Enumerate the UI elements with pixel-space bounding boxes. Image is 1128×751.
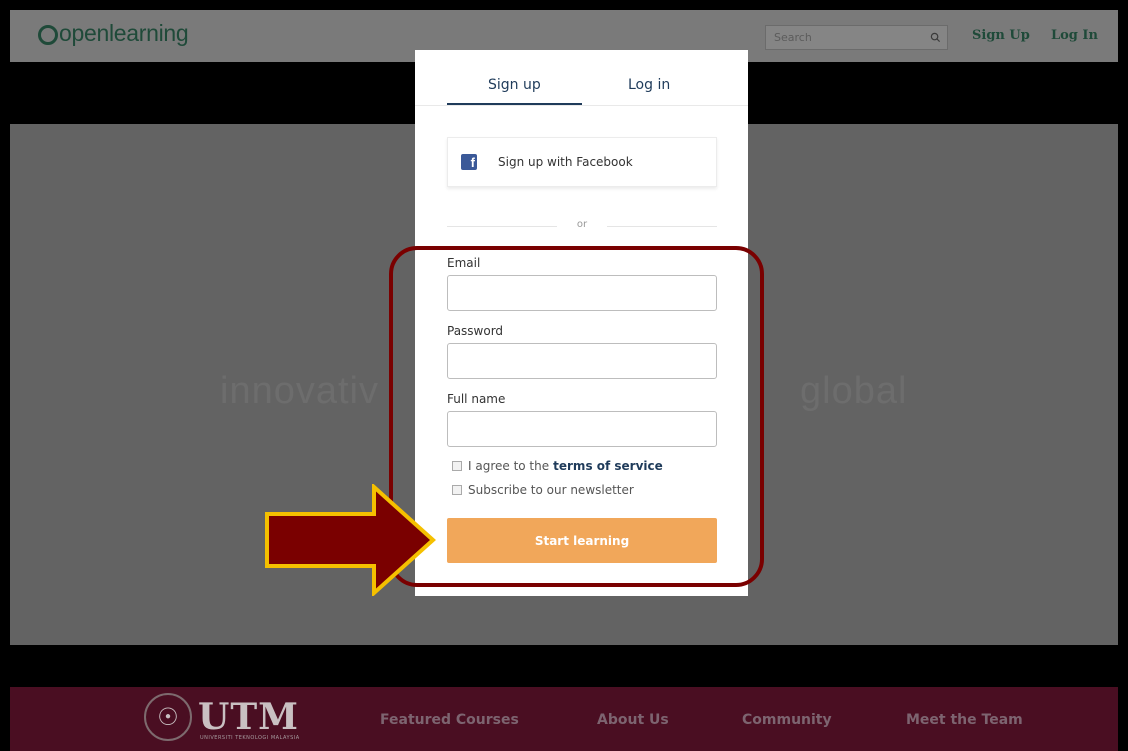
utm-logo[interactable]: ☉ UTM [144, 693, 299, 741]
modal-tabs: Sign up Log in [415, 50, 748, 106]
utm-seal-icon: ☉ [144, 693, 192, 741]
logo-circle-icon [38, 24, 58, 45]
logo-text: openlearning [59, 20, 189, 46]
annotation-arrow-icon [265, 484, 436, 596]
utm-subtitle: UNIVERSITI TEKNOLOGI MALAYSIA [200, 735, 300, 741]
facebook-signup-label: Sign up with Facebook [498, 155, 633, 169]
facebook-signup-button[interactable]: f Sign up with Facebook [447, 137, 717, 187]
header-login-link[interactable]: Log In [1051, 28, 1098, 43]
footer-link-community[interactable]: Community [742, 712, 832, 728]
footer-link-meet-the-team[interactable]: Meet the Team [906, 712, 1023, 728]
facebook-icon: f [461, 154, 477, 170]
header-signup-link[interactable]: Sign Up [972, 28, 1030, 43]
utm-brand: UTM [198, 696, 300, 738]
or-text: or [576, 219, 588, 230]
or-divider: or [447, 219, 717, 233]
openlearning-logo[interactable]: openlearning [38, 20, 189, 47]
footer-link-featured-courses[interactable]: Featured Courses [380, 712, 519, 728]
hero-bottom-band [10, 645, 1118, 687]
hero-tagline-left: innovativ [220, 370, 379, 412]
annotation-highlight-box [389, 246, 764, 587]
search-input[interactable] [766, 26, 916, 49]
footer-link-about-us[interactable]: About Us [597, 712, 669, 728]
divider-line-right [607, 226, 717, 227]
site-footer: ☉ UTM UNIVERSITI TEKNOLOGI MALAYSIA Feat… [10, 687, 1118, 751]
active-tab-indicator [447, 103, 582, 105]
tab-log-in[interactable]: Log in [628, 77, 670, 93]
tab-sign-up[interactable]: Sign up [488, 77, 541, 93]
search-icon[interactable] [930, 32, 941, 43]
hero-tagline-right: global [800, 370, 908, 412]
search-box [765, 25, 948, 50]
